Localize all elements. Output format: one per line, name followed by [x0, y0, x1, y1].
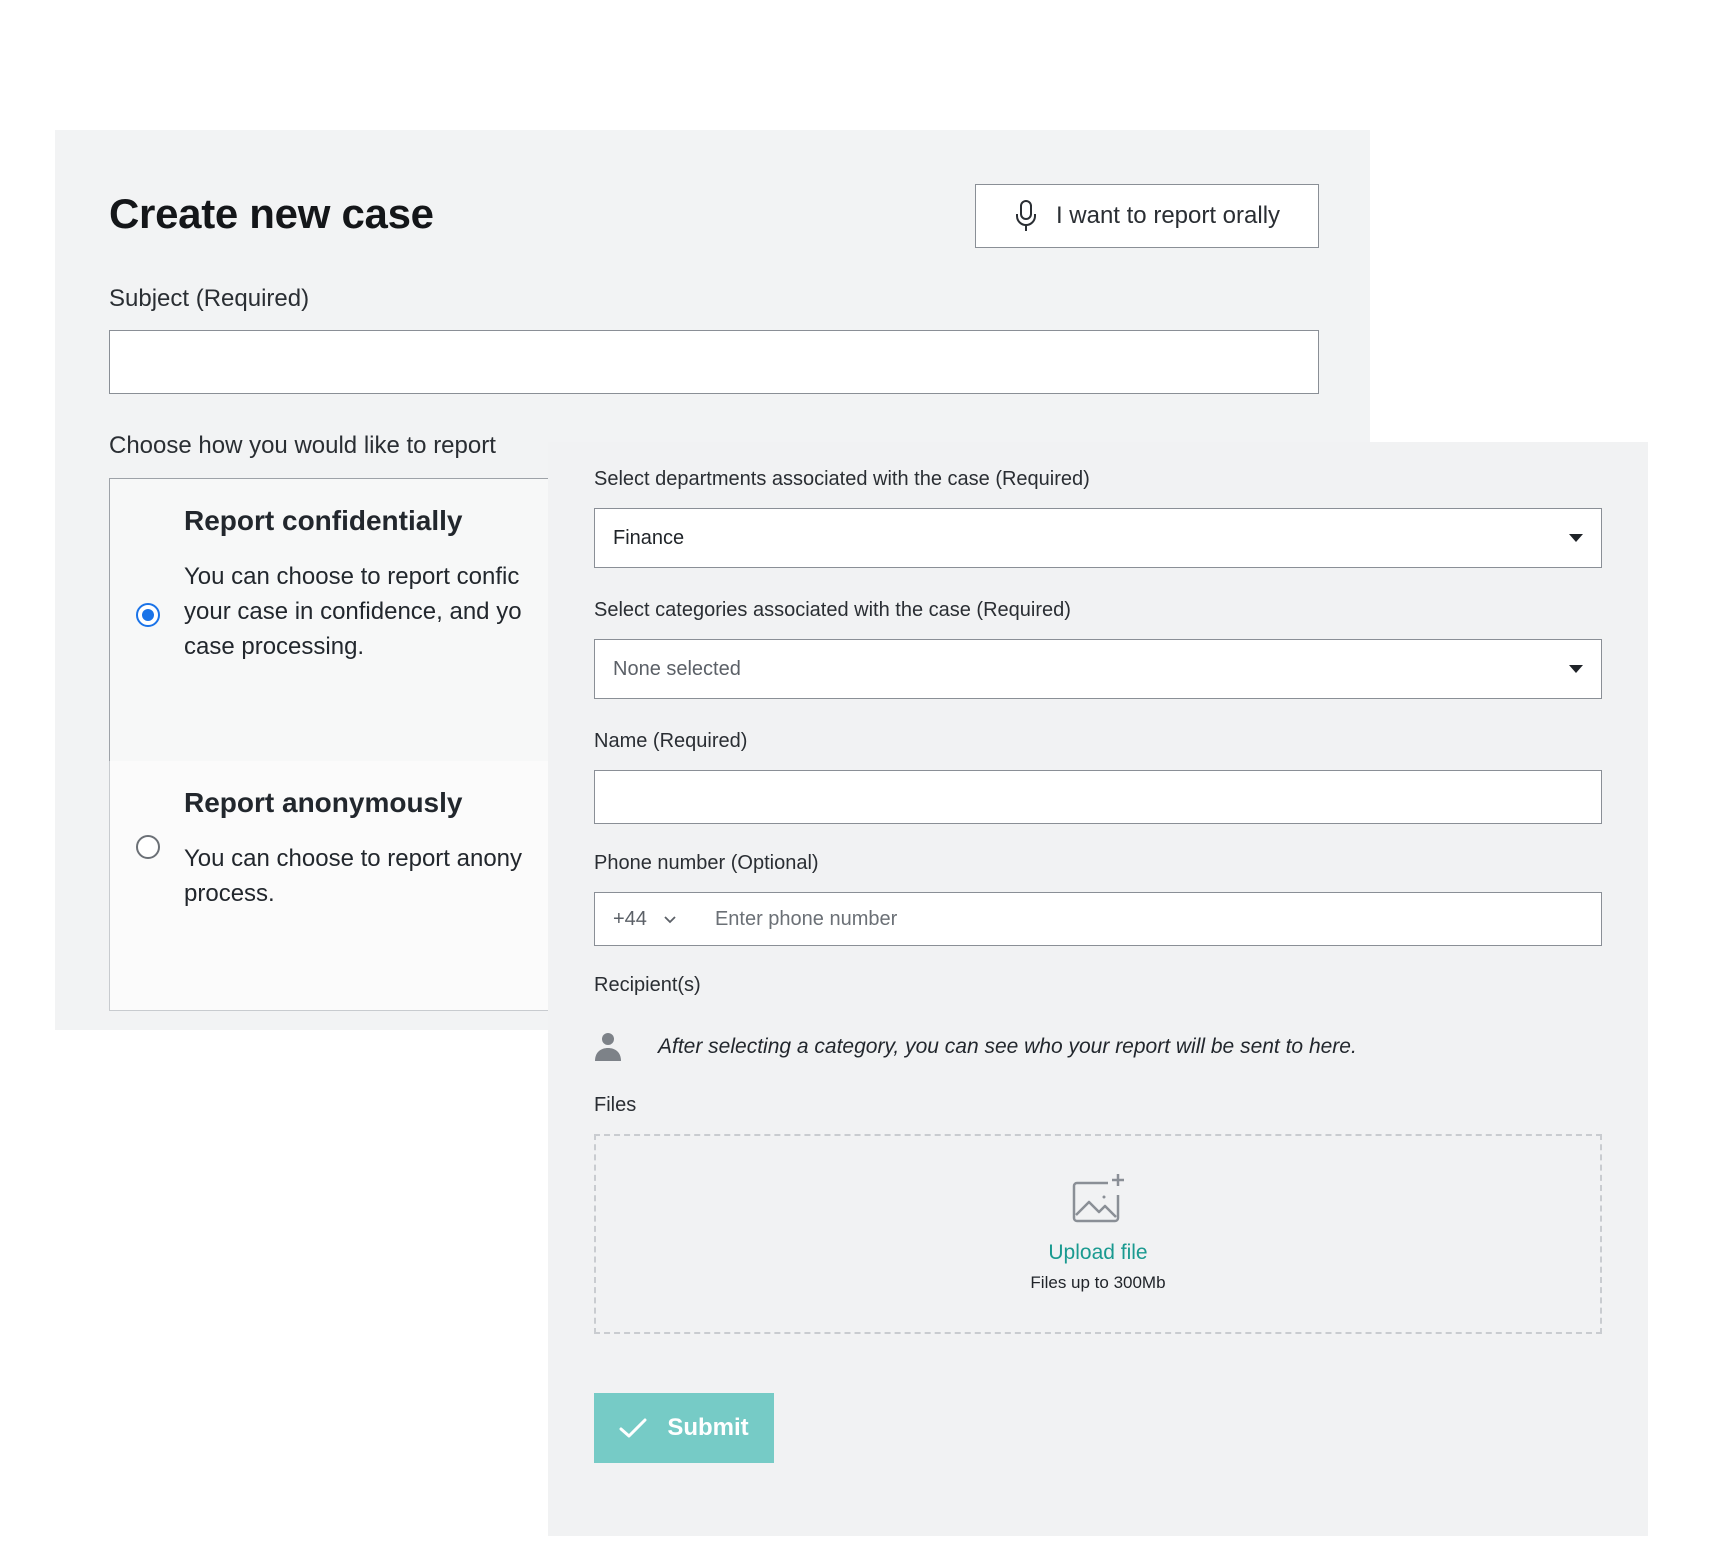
anonymous-radio[interactable] — [136, 835, 160, 859]
caret-down-icon — [1569, 665, 1583, 673]
recipients-hint: After selecting a category, you can see … — [658, 1035, 1357, 1058]
name-label: Name (Required) — [594, 730, 748, 752]
subject-input[interactable] — [109, 330, 1319, 394]
name-input[interactable] — [595, 771, 1601, 823]
departments-value: Finance — [613, 526, 685, 549]
person-icon — [595, 1033, 621, 1061]
country-code-value: +44 — [613, 907, 647, 930]
case-details-panel: Select departments associated with the c… — [548, 442, 1648, 1536]
recipients-label: Recipient(s) — [594, 974, 701, 996]
categories-label: Select categories associated with the ca… — [594, 599, 1071, 621]
upload-file-link[interactable]: Upload file — [1048, 1241, 1147, 1265]
file-dropzone[interactable]: Upload file Files up to 300Mb — [594, 1134, 1602, 1334]
submit-label: Submit — [667, 1414, 749, 1441]
checkmark-icon — [619, 1418, 647, 1438]
page-title: Create new case — [109, 190, 434, 237]
phone-input[interactable] — [698, 893, 1601, 945]
chevron-down-icon — [664, 916, 676, 924]
phone-label: Phone number (Optional) — [594, 852, 819, 874]
caret-down-icon — [1569, 534, 1583, 542]
upload-size-hint: Files up to 300Mb — [1030, 1273, 1166, 1292]
categories-value: None selected — [613, 657, 741, 680]
report-orally-button[interactable]: I want to report orally — [975, 184, 1319, 248]
recipients-info: After selecting a category, you can see … — [594, 1032, 1357, 1062]
name-field-wrapper — [594, 770, 1602, 824]
microphone-icon — [1015, 200, 1036, 231]
country-code-select[interactable]: +44 — [595, 893, 699, 945]
submit-button[interactable]: Submit — [594, 1393, 774, 1463]
option-title-confidential: Report confidentially — [184, 505, 463, 536]
departments-select[interactable]: Finance — [594, 508, 1602, 568]
departments-label: Select departments associated with the c… — [594, 468, 1090, 490]
phone-field-wrapper: +44 — [594, 892, 1602, 946]
report-orally-label: I want to report orally — [1055, 202, 1281, 229]
subject-label: Subject (Required) — [109, 285, 310, 312]
image-add-icon — [1072, 1174, 1124, 1223]
categories-select[interactable]: None selected — [594, 639, 1602, 699]
confidential-radio[interactable] — [136, 603, 160, 627]
canvas: Create new case I want to report orally … — [0, 0, 1719, 1563]
files-label: Files — [594, 1094, 637, 1116]
option-title-anonymous: Report anonymously — [184, 787, 463, 818]
report-mode-label: Choose how you would like to report — [109, 432, 496, 459]
